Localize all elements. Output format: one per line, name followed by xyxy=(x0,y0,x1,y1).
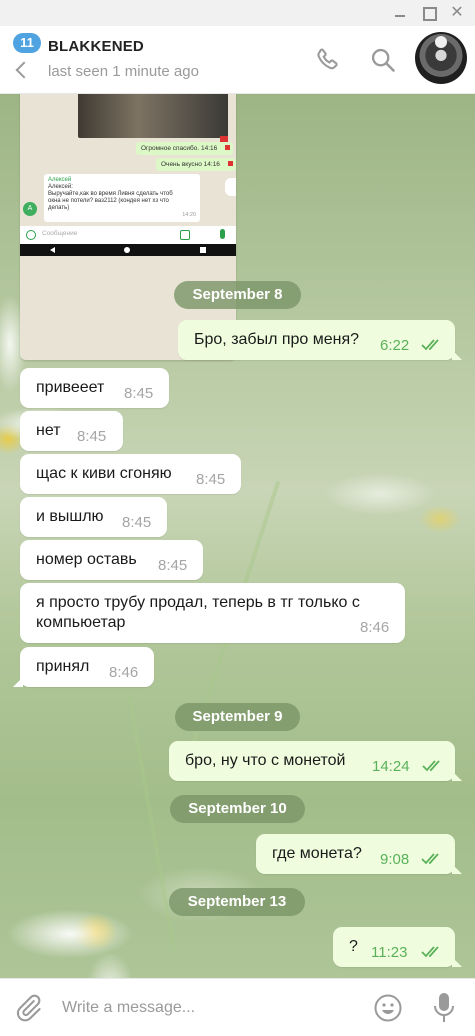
incoming-message[interactable]: щас к киви сгоняю 8:45 xyxy=(20,454,241,494)
incoming-message[interactable]: привееет 8:45 xyxy=(20,368,169,408)
date-separator: September 13 xyxy=(169,888,305,916)
message-input[interactable] xyxy=(62,993,352,1023)
outgoing-message[interactable]: ? 11:23 xyxy=(333,927,462,967)
photo-scroll-button xyxy=(225,178,236,196)
emoji-icon[interactable] xyxy=(373,993,403,1023)
photo-food-image xyxy=(78,94,228,144)
attach-icon[interactable] xyxy=(14,993,42,1023)
photo-input-bar: Сообщение xyxy=(20,226,236,244)
phone-icon[interactable] xyxy=(313,46,341,74)
read-ticks-icon xyxy=(421,946,439,958)
date-separator: September 8 xyxy=(174,281,301,309)
photo-bubble: Огромное спасибо. 14:16 xyxy=(136,142,234,155)
message-composer xyxy=(0,978,475,1036)
photo-bubble: Очень вкусно 14:16 xyxy=(156,158,236,171)
photo-emoji-icon xyxy=(26,230,36,240)
chat-header: 11 BLAKKENED last seen 1 minute ago xyxy=(0,26,475,94)
search-icon[interactable] xyxy=(369,46,397,74)
photo-nav-bar xyxy=(20,244,236,256)
photo-incoming-bubble: Алексей Алексей: Выручайте,как во время … xyxy=(44,174,200,222)
background-decoration xyxy=(127,695,177,953)
photo-avatar: A xyxy=(23,202,37,216)
incoming-message[interactable]: номер оставь 8:45 xyxy=(20,540,203,580)
mic-icon[interactable] xyxy=(432,991,456,1025)
read-ticks-icon xyxy=(421,339,439,351)
unread-badge: 11 xyxy=(13,33,41,53)
back-icon xyxy=(15,61,33,79)
avatar[interactable] xyxy=(415,32,467,84)
close-button[interactable]: ✕ xyxy=(447,3,467,23)
chat-status: last seen 1 minute ago xyxy=(48,63,199,80)
incoming-message[interactable]: нет 8:45 xyxy=(20,411,123,451)
outgoing-message[interactable]: Бро, забыл про меня? 6:22 xyxy=(178,320,462,360)
chat-title[interactable]: BLAKKENED xyxy=(48,38,144,55)
incoming-message[interactable]: принял 8:46 xyxy=(13,647,154,687)
read-ticks-icon xyxy=(422,760,440,772)
outgoing-message[interactable]: бро, ну что с монетой 14:24 xyxy=(169,741,462,781)
maximize-button[interactable] xyxy=(419,3,439,23)
date-separator: September 10 xyxy=(170,795,305,823)
photo-mic-icon xyxy=(220,229,225,239)
incoming-message[interactable]: и вышлю 8:45 xyxy=(20,497,167,537)
outgoing-message[interactable]: где монета? 9:08 xyxy=(256,834,462,874)
message-list[interactable]: Огромное спасибо. 14:16 Очень вкусно 14:… xyxy=(0,94,475,978)
photo-attach-icon xyxy=(180,230,190,240)
window-titlebar: ✕ xyxy=(0,0,475,26)
date-separator: September 9 xyxy=(175,703,300,731)
read-ticks-icon xyxy=(421,853,439,865)
incoming-message[interactable]: я просто трубу продал, теперь в тг тольк… xyxy=(20,583,405,643)
minimize-button[interactable] xyxy=(390,3,410,23)
